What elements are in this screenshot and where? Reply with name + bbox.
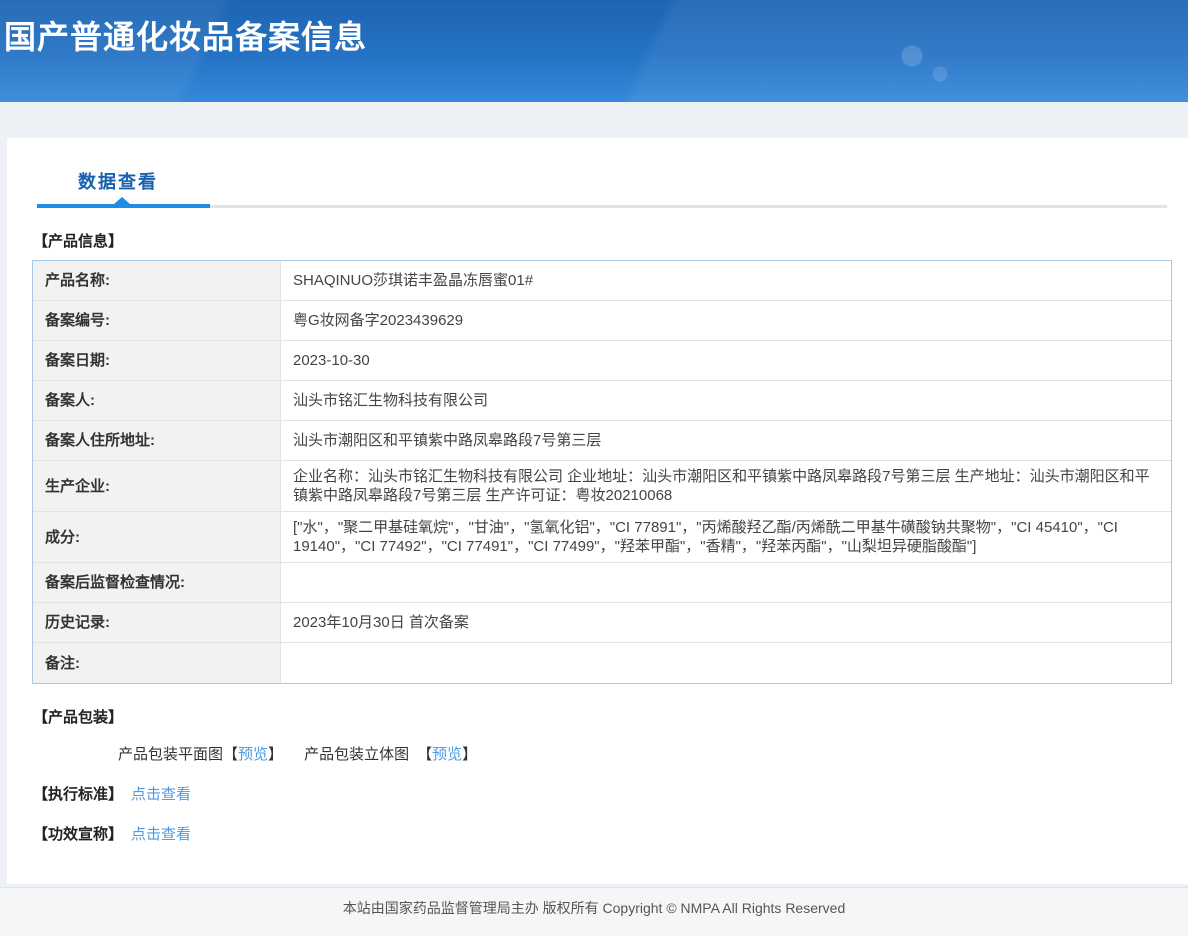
packaging-stereo-label: 产品包装立体图 (304, 746, 410, 763)
table-row: 备案人: 汕头市铭汇生物科技有限公司 (33, 381, 1171, 421)
exec-standard-label: 【执行标准】 (33, 786, 124, 803)
table-row: 成分: ["水"，"聚二甲基硅氧烷"，"甘油"，"氢氧化铝"，"CI 77891… (33, 512, 1171, 563)
product-info-table: 产品名称: SHAQINUO莎琪诺丰盈晶冻唇蜜01# 备案编号: 粤G妆网备字2… (32, 260, 1172, 684)
bracket: 】 (462, 746, 478, 763)
row-value: 2023-10-30 (281, 341, 1171, 381)
bracket: 【 (417, 746, 433, 763)
tab-underline (37, 197, 1167, 208)
footer-copyright-text: 本站由国家药品监督管理局主办 版权所有 Copyright © NMPA All… (342, 900, 846, 916)
page-title: 国产普通化妆品备案信息 (4, 19, 368, 55)
exec-standard-view-link[interactable]: 点击查看 (131, 786, 191, 803)
row-value: SHAQINUO莎琪诺丰盈晶冻唇蜜01# (281, 261, 1171, 301)
packaging-flat-preview-link[interactable]: 预览 (238, 746, 268, 763)
exec-standard-row: 【执行标准】 点击查看 (33, 783, 1188, 804)
row-label: 备案后监督检查情况: (33, 563, 281, 603)
row-label: 产品名称: (33, 261, 281, 301)
table-row: 产品名称: SHAQINUO莎琪诺丰盈晶冻唇蜜01# (33, 261, 1171, 301)
row-value: 粤G妆网备字2023439629 (281, 301, 1171, 341)
table-row: 备案编号: 粤G妆网备字2023439629 (33, 301, 1171, 341)
page-footer: 本站由国家药品监督管理局主办 版权所有 Copyright © NMPA All… (0, 887, 1188, 936)
row-value (281, 643, 1171, 683)
row-value: 企业名称：汕头市铭汇生物科技有限公司 企业地址：汕头市潮阳区和平镇紫中路凤皋路段… (281, 461, 1171, 512)
efficacy-claim-label: 【功效宣称】 (33, 826, 124, 843)
row-label: 成分: (33, 512, 281, 563)
table-row: 历史记录: 2023年10月30日 首次备案 (33, 603, 1171, 643)
table-row: 备案后监督检查情况: (33, 563, 1171, 603)
table-row: 备注: (33, 643, 1171, 683)
tab-active-indicator (37, 204, 210, 208)
packaging-flat-label: 产品包装平面图 (118, 746, 224, 763)
tab-data-view[interactable]: 数据查看 (78, 168, 158, 194)
bracket: 【 (223, 746, 239, 763)
row-label: 备案日期: (33, 341, 281, 381)
packaging-stereo-preview-link[interactable]: 预览 (432, 746, 462, 763)
row-label: 备案编号: (33, 301, 281, 341)
row-value (281, 563, 1171, 603)
row-label: 备注: (33, 643, 281, 683)
row-label: 备案人: (33, 381, 281, 421)
table-row: 生产企业: 企业名称：汕头市铭汇生物科技有限公司 企业地址：汕头市潮阳区和平镇紫… (33, 461, 1171, 512)
row-value: 汕头市潮阳区和平镇紫中路凤皋路段7号第三层 (281, 421, 1171, 461)
section-packaging-title: 【产品包装】 (33, 709, 124, 726)
row-value: 汕头市铭汇生物科技有限公司 (281, 381, 1171, 421)
table-row: 备案日期: 2023-10-30 (33, 341, 1171, 381)
efficacy-claim-view-link[interactable]: 点击查看 (131, 826, 191, 843)
row-value: 2023年10月30日 首次备案 (281, 603, 1171, 643)
content-card: 数据查看 【产品信息】 产品名称: SHAQINUO莎琪诺丰盈晶冻唇蜜01# 备… (7, 138, 1188, 884)
page-header: 国产普通化妆品备案信息 (0, 0, 1188, 102)
row-value: ["水"，"聚二甲基硅氧烷"，"甘油"，"氢氧化铝"，"CI 77891"，"丙… (281, 512, 1171, 563)
section-product-info-title: 【产品信息】 (33, 233, 124, 250)
tab-arrow-icon (114, 197, 130, 204)
packaging-row: 产品包装平面图【预览】 产品包装立体图 【预览】 (118, 743, 1188, 764)
efficacy-claim-row: 【功效宣称】 点击查看 (33, 823, 1188, 844)
row-label: 生产企业: (33, 461, 281, 512)
row-label: 备案人住所地址: (33, 421, 281, 461)
row-label: 历史记录: (33, 603, 281, 643)
bracket: 】 (268, 746, 284, 763)
table-row: 备案人住所地址: 汕头市潮阳区和平镇紫中路凤皋路段7号第三层 (33, 421, 1171, 461)
